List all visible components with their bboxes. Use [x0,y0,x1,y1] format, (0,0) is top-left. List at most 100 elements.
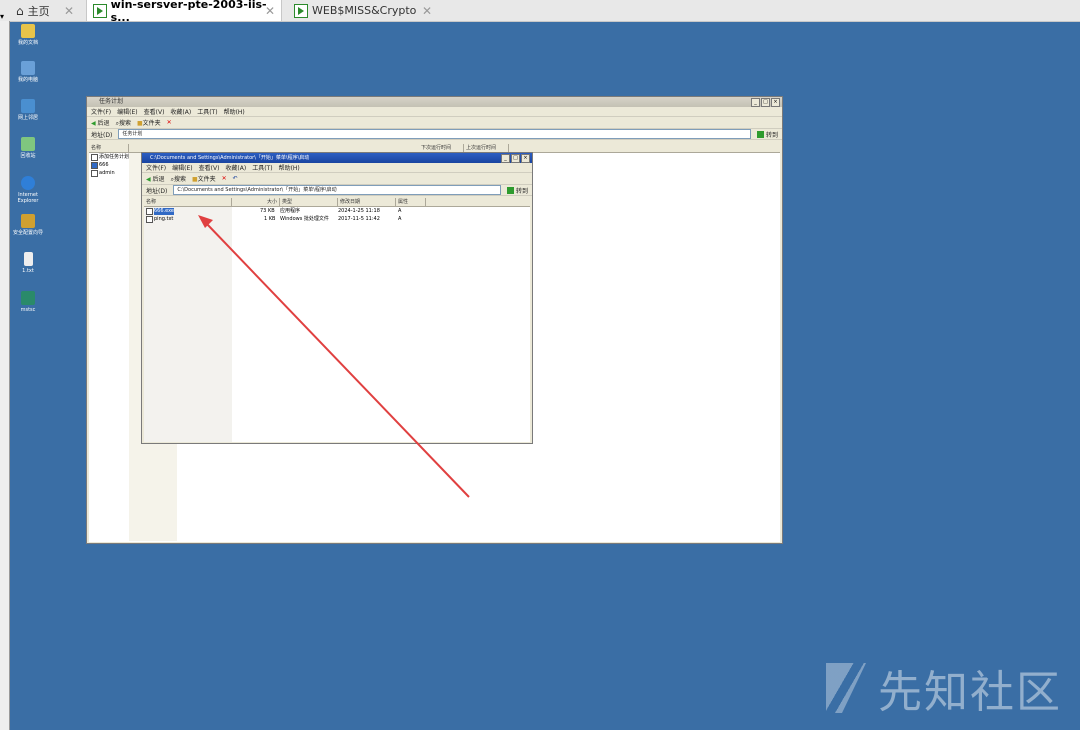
file-attr: A [398,216,402,222]
column-next-run[interactable]: 下次运行时间 [419,144,464,152]
column-attributes[interactable]: 属性 [396,198,426,206]
desktop-icon-label: 安全配置向导 [12,230,43,236]
task-icon [91,154,98,161]
computer-icon [21,61,35,75]
menu-tools[interactable]: 工具(T) [252,163,272,172]
close-icon[interactable]: ✕ [422,4,432,18]
search-button[interactable]: ⌕搜索 [116,118,131,128]
address-input[interactable]: C:\Documents and Settings\Administrator\… [173,185,501,195]
folders-label: 文件夹 [142,120,161,127]
folders-button[interactable]: ■文件夹 [137,118,161,127]
file-list-tint [144,198,232,442]
desktop-icon-label: 网上邻居 [17,115,38,121]
toolbar: ◀ 后退 ⌕搜索 ■文件夹 ✕ ↶ [142,173,532,185]
undo-icon[interactable]: ↶ [233,175,238,182]
menu-edit[interactable]: 编辑(E) [172,163,192,172]
back-button[interactable]: ◀ 后退 [91,118,110,127]
file-name: 666.exe [154,208,175,215]
desktop-icon-network[interactable]: 网上邻居 [10,99,46,121]
desktop-icon-recycle-bin[interactable]: 回收站 [10,137,46,159]
column-name[interactable]: 名称 [89,144,129,152]
menu-file[interactable]: 文件(F) [146,163,166,172]
desktop-icon-txt[interactable]: 1.txt [10,252,46,274]
desktop-icon-label: 我的文档 [17,40,38,46]
close-icon[interactable]: ✕ [64,4,74,18]
ie-icon [21,176,35,190]
menu-help[interactable]: 帮助(H) [279,163,300,172]
go-button[interactable]: 转到 [506,186,528,195]
go-button[interactable]: 转到 [756,130,778,139]
column-type[interactable]: 类型 [280,198,338,206]
task-icon [91,170,98,177]
tab-home[interactable]: ⌂ 主页 ✕ [16,0,80,21]
menu-favorites[interactable]: 收藏(A) [225,163,246,172]
tab-bar: ▾ ⌂ 主页 ✕ win-sersver-pte-2003-iis-s... ✕… [0,0,1080,24]
desktop-icon-label: 1.txt [22,268,34,274]
tab-home-label: 主页 [27,4,50,18]
delete-icon[interactable]: ✕ [167,119,172,126]
vm-icon [294,3,308,18]
maximize-button[interactable]: □ [761,98,770,107]
desktop-icon-label: 我的电脑 [17,77,38,83]
file-date: 2024-1-25 11:18 [338,208,380,214]
delete-icon[interactable]: ✕ [222,175,227,182]
task-name: admin [99,170,115,176]
search-button[interactable]: ⌕搜索 [171,174,186,184]
go-arrow-icon [756,130,764,138]
desktop-icon-mstsc[interactable]: mstsc [10,291,46,313]
maximize-button[interactable]: □ [511,154,520,163]
folders-label: 文件夹 [197,176,216,183]
menu-edit[interactable]: 编辑(E) [117,107,137,116]
menu-tools[interactable]: 工具(T) [197,107,217,116]
column-modified[interactable]: 修改日期 [338,198,396,206]
desktop-icon-label: Internet Explorer [17,192,39,204]
close-button[interactable]: × [521,154,530,163]
watermark-text: 先知社区 [878,667,1062,718]
go-label: 转到 [765,131,778,139]
search-label: 搜索 [173,175,186,183]
startup-folder-window[interactable]: C:\Documents and Settings\Administrator\… [141,152,533,444]
close-button[interactable]: × [771,98,780,107]
task-icon [91,162,98,169]
left-edge-strip [0,21,10,730]
tab-win-server[interactable]: win-sersver-pte-2003-iis-s... ✕ [86,0,282,24]
menu-help[interactable]: 帮助(H) [224,107,245,116]
menu-file[interactable]: 文件(F) [91,107,111,116]
address-input[interactable]: 任务计划 [118,129,751,139]
desktop-icon-label: mstsc [20,307,36,313]
wizard-icon [21,214,35,228]
window-titlebar[interactable]: 任务计划 _ □ × [87,97,782,107]
batch-file-icon [146,216,153,223]
minimize-button[interactable]: _ [501,154,510,163]
text-file-icon [23,252,33,266]
task-name: 666 [99,162,109,168]
go-label: 转到 [515,187,528,195]
desktop-icon-my-computer[interactable]: 我的电脑 [10,61,46,83]
column-name[interactable]: 名称 [144,198,232,206]
desktop-icon-my-documents[interactable]: 我的文档 [10,24,46,46]
window-titlebar[interactable]: C:\Documents and Settings\Administrator\… [142,153,532,163]
task-name: 添加任务计划 [99,154,130,160]
desktop-icon-ie[interactable]: Internet Explorer [10,176,46,204]
file-column-header: 名称 大小 类型 修改日期 属性 [144,198,530,207]
menu-view[interactable]: 查看(V) [144,107,165,116]
menu-favorites[interactable]: 收藏(A) [170,107,191,116]
table-row[interactable]: ping.txt 1 KB Windows 批处理文件 2017-11-5 11… [146,216,526,223]
file-type: 应用程序 [280,208,301,214]
file-size: 1 KB [264,216,276,222]
back-button[interactable]: ◀ 后退 [146,174,165,183]
minimize-button[interactable]: _ [751,98,760,107]
desktop-icon-security-wizard[interactable]: 安全配置向导 [10,214,46,236]
exe-file-icon [146,208,153,215]
close-icon[interactable]: ✕ [265,4,275,18]
folders-button[interactable]: ■文件夹 [192,174,216,183]
table-row[interactable]: 666.exe 73 KB 应用程序 2024-1-25 11:18 A [146,208,526,215]
watermark-logo-icon [822,659,870,717]
file-attr: A [398,208,402,214]
tab-dropdown-caret[interactable]: ▾ [0,12,8,21]
column-last-run[interactable]: 上次运行时间 [464,144,509,152]
menu-view[interactable]: 查看(V) [199,163,220,172]
search-label: 搜索 [118,119,131,127]
tab-web-miss[interactable]: WEB$MISS&Crypto ✕ [288,0,438,21]
column-size[interactable]: 大小 [232,198,280,206]
